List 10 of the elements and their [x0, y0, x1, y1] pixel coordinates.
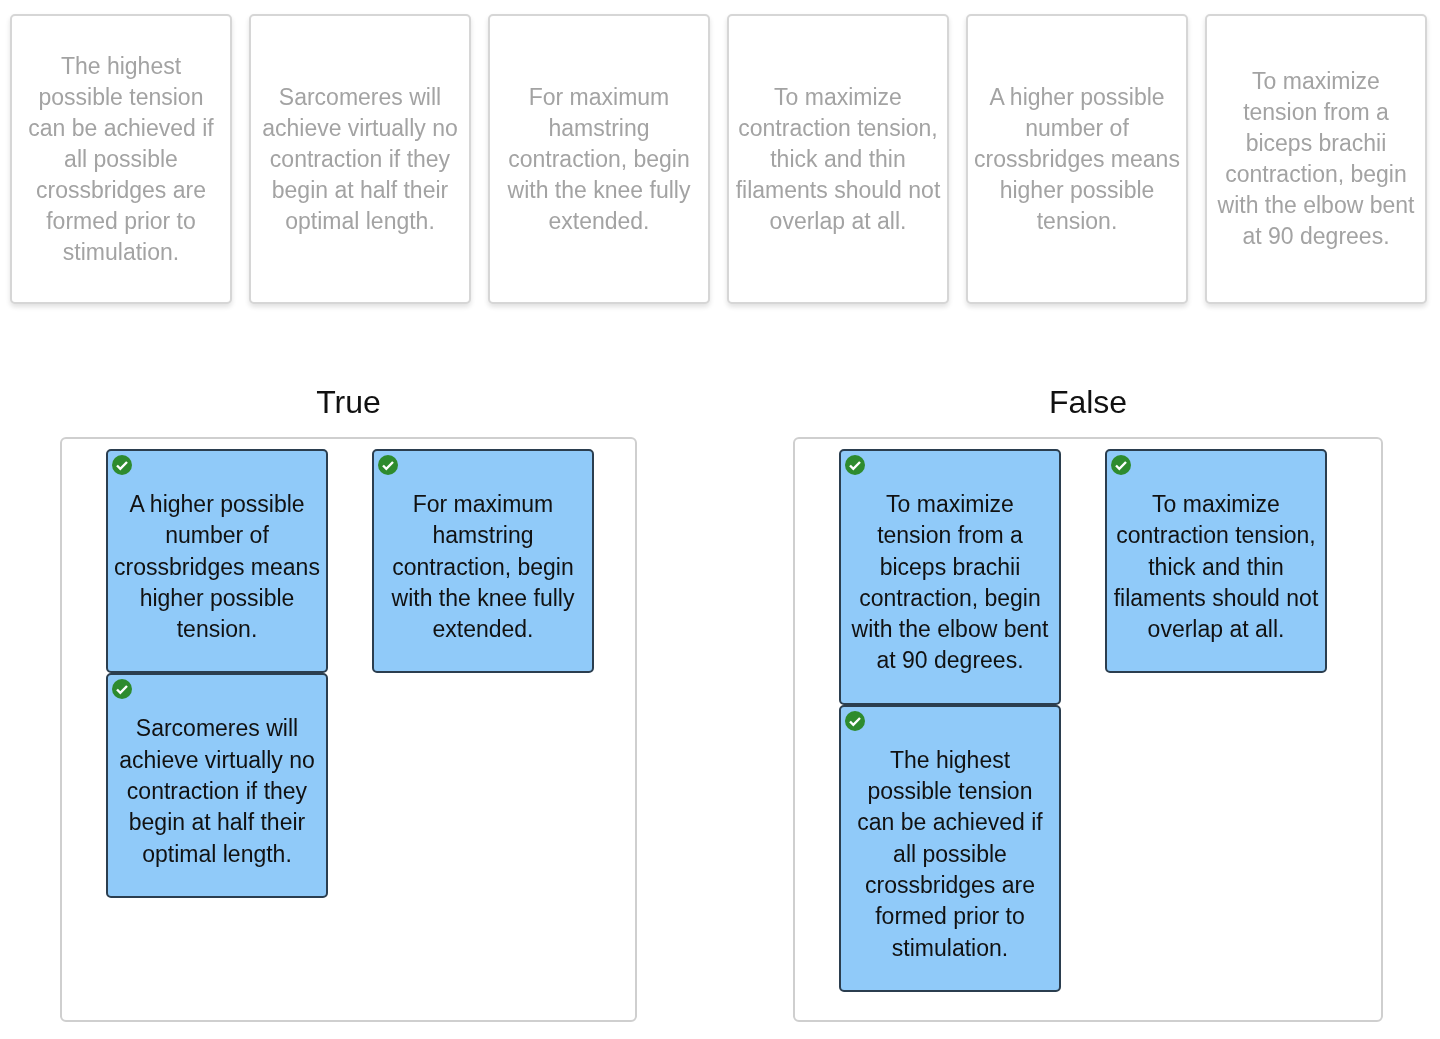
answer-card[interactable]: A higher possible number of crossbridges means higher possible tension. — [106, 449, 328, 674]
bin-title: False — [1048, 384, 1128, 421]
drop-zone[interactable] — [793, 437, 1383, 1022]
answer-card[interactable]: To maximize contraction tension, thick and thin filaments should not overlap at all. — [1105, 449, 1327, 674]
bin-title: True — [316, 384, 381, 421]
answer-card[interactable]: Sarcomeres will achieve virtually no contraction if they begin at half their optimal length. — [106, 673, 328, 898]
answer-card[interactable]: The highest possible tension can be achieved if all possible crossbridges are formed prior to stimulation. — [839, 704, 1061, 992]
answer-card[interactable]: To maximize tension from a biceps brachii contraction, begin with the elbow bent at 90 degrees. — [839, 449, 1061, 705]
answer-card[interactable]: For maximum hamstring contraction, begin with the knee fully extended. — [372, 449, 594, 674]
drop-zone[interactable] — [60, 437, 637, 1022]
